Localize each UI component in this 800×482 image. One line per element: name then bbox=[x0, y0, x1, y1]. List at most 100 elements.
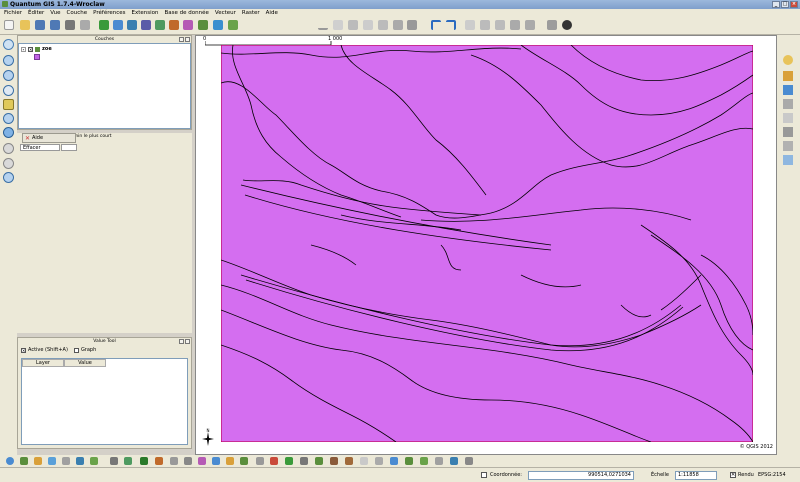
pan-icon[interactable] bbox=[3, 39, 14, 50]
plugin-icon-3[interactable] bbox=[48, 457, 56, 465]
undock-icon[interactable] bbox=[179, 339, 184, 344]
gps-tools-icon[interactable] bbox=[228, 20, 238, 30]
digitize-icon[interactable] bbox=[783, 113, 793, 123]
zoom-layer-icon[interactable] bbox=[3, 113, 14, 124]
plugin-icon-24[interactable] bbox=[360, 457, 368, 465]
snap-icon[interactable] bbox=[783, 127, 793, 137]
plugin-icon-12[interactable] bbox=[184, 457, 192, 465]
column-header-layer[interactable]: Layer bbox=[22, 359, 64, 367]
add-part-icon[interactable] bbox=[495, 20, 505, 30]
plugin-icon-15[interactable] bbox=[226, 457, 234, 465]
close-panel-icon[interactable] bbox=[185, 37, 190, 42]
aide-button[interactable]: ✕ Aide bbox=[22, 133, 76, 143]
zoom-out-icon[interactable] bbox=[3, 70, 14, 81]
undock-icon[interactable] bbox=[179, 37, 184, 42]
plugin-icon-25[interactable] bbox=[375, 457, 383, 465]
plugin-icon-13[interactable] bbox=[198, 457, 206, 465]
plugin-icon-11[interactable] bbox=[170, 457, 178, 465]
effacer-button[interactable]: Effacer bbox=[20, 144, 60, 151]
zoom-full-icon[interactable] bbox=[3, 85, 14, 96]
plugin-icon-1[interactable] bbox=[20, 457, 28, 465]
map-canvas[interactable]: 0 1 000 N © QGIS 2012 bbox=[195, 35, 777, 455]
plugin-icon-31[interactable] bbox=[465, 457, 473, 465]
plugin-icon-4[interactable] bbox=[62, 457, 70, 465]
add-delimited-text-icon[interactable] bbox=[213, 20, 223, 30]
split-features-icon[interactable] bbox=[525, 20, 535, 30]
plugin-icon-14[interactable] bbox=[212, 457, 220, 465]
map-tips-icon[interactable] bbox=[3, 172, 14, 183]
merge-features-icon[interactable] bbox=[547, 20, 557, 30]
add-ring-icon[interactable] bbox=[480, 20, 490, 30]
new-shapefile-icon[interactable] bbox=[169, 20, 179, 30]
expand-icon[interactable]: - bbox=[21, 46, 26, 52]
plugin-icon-7[interactable] bbox=[110, 457, 118, 465]
help-whats-this-icon[interactable] bbox=[562, 20, 572, 30]
coordinate-field[interactable]: 990514,0271034 bbox=[528, 471, 634, 480]
globe-icon[interactable] bbox=[6, 457, 14, 465]
menu-fichier[interactable]: Fichier bbox=[4, 9, 22, 17]
add-postgis-icon[interactable] bbox=[127, 20, 137, 30]
maximize-button[interactable]: □ bbox=[781, 1, 789, 8]
plugin-icon-2[interactable] bbox=[34, 457, 42, 465]
plugin-icon-20[interactable] bbox=[300, 457, 308, 465]
grass-tools-icon[interactable] bbox=[783, 99, 793, 109]
measure-icon[interactable] bbox=[3, 143, 14, 154]
plugin-icon-23[interactable] bbox=[345, 457, 353, 465]
identify-icon[interactable] bbox=[3, 127, 14, 138]
zoom-selection-icon[interactable] bbox=[3, 99, 14, 110]
simplify-icon[interactable] bbox=[465, 20, 475, 30]
layer-item[interactable]: - ✕ zoe bbox=[21, 46, 52, 52]
active-option[interactable]: ✕ Active (Shift+A) bbox=[21, 347, 68, 353]
delete-ring-icon[interactable] bbox=[510, 20, 520, 30]
add-wfs-icon[interactable] bbox=[198, 20, 208, 30]
add-wms-icon[interactable] bbox=[155, 20, 165, 30]
undo-icon[interactable] bbox=[431, 20, 441, 30]
menu-preferences[interactable]: Préférences bbox=[93, 9, 125, 17]
plugin-icon-21[interactable] bbox=[315, 457, 323, 465]
edit-pencil-icon[interactable] bbox=[318, 20, 328, 30]
menu-editer[interactable]: Éditer bbox=[28, 9, 44, 17]
plugin-icon-27[interactable] bbox=[405, 457, 413, 465]
open-project-icon[interactable] bbox=[20, 20, 30, 30]
add-vector-layer-icon[interactable] bbox=[99, 20, 109, 30]
delete-selected-icon[interactable] bbox=[393, 20, 403, 30]
minimize-button[interactable]: _ bbox=[772, 1, 780, 8]
plugin-icon-10[interactable] bbox=[155, 457, 163, 465]
composer-manager-icon[interactable] bbox=[80, 20, 90, 30]
capture-point-icon[interactable] bbox=[348, 20, 358, 30]
save-project-icon[interactable] bbox=[35, 20, 45, 30]
zoom-in-icon[interactable] bbox=[3, 55, 14, 66]
menu-extension[interactable]: Extension bbox=[132, 9, 159, 17]
plugin-icon-5[interactable] bbox=[76, 457, 84, 465]
add-spatialite-icon[interactable] bbox=[141, 20, 151, 30]
scale-field[interactable]: 1:11858 bbox=[675, 471, 717, 480]
plugin-icon-17[interactable] bbox=[256, 457, 264, 465]
crs-label[interactable]: EPSG:2154 bbox=[758, 472, 786, 478]
menu-aide[interactable]: Aide bbox=[266, 9, 278, 17]
menu-raster[interactable]: Raster bbox=[242, 9, 260, 17]
plugin-icon-22[interactable] bbox=[330, 457, 338, 465]
graph-option[interactable]: Graph bbox=[73, 347, 96, 353]
render-checkbox[interactable]: ✕ bbox=[730, 472, 736, 478]
print-composer-icon[interactable] bbox=[65, 20, 75, 30]
plugin-icon-19[interactable] bbox=[285, 457, 293, 465]
active-checkbox[interactable]: ✕ bbox=[21, 347, 26, 353]
plugin-icon-6[interactable] bbox=[90, 457, 98, 465]
redo-icon[interactable] bbox=[446, 20, 456, 30]
cut-features-icon[interactable] bbox=[407, 20, 417, 30]
menu-vue[interactable]: Vue bbox=[50, 9, 60, 17]
lightbulb-icon[interactable] bbox=[783, 55, 793, 65]
label-icon[interactable] bbox=[783, 85, 793, 95]
close-panel-icon[interactable] bbox=[185, 339, 190, 344]
layer-visibility-checkbox[interactable]: ✕ bbox=[28, 46, 33, 52]
add-raster-layer-icon[interactable] bbox=[113, 20, 123, 30]
menu-base-de-donnee[interactable]: Base de donnée bbox=[165, 9, 209, 17]
save-edits-icon[interactable] bbox=[333, 20, 343, 30]
measure-area-icon[interactable] bbox=[783, 141, 793, 151]
menu-couche[interactable]: Couche bbox=[67, 9, 88, 17]
remove-layer-icon[interactable] bbox=[183, 20, 193, 30]
annotation-icon[interactable] bbox=[783, 71, 793, 81]
select-icon[interactable] bbox=[3, 158, 14, 169]
georeferencer-icon[interactable] bbox=[783, 155, 793, 165]
plugin-icon-9[interactable] bbox=[140, 457, 148, 465]
